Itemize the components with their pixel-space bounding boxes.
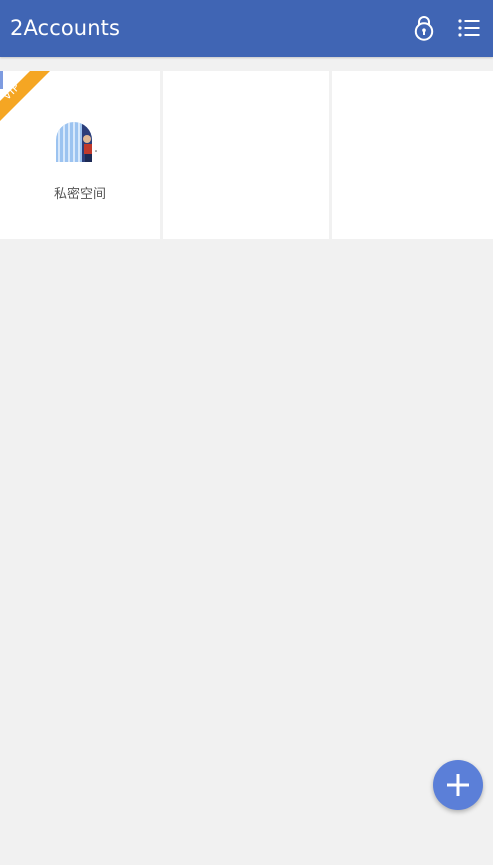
account-grid: VIP 私密空间 xyxy=(0,71,493,239)
app-bar: 2Accounts xyxy=(0,0,493,57)
avatar-icon xyxy=(56,122,97,162)
plus-icon xyxy=(447,774,469,796)
side-tab xyxy=(0,71,3,89)
lock-icon xyxy=(414,16,434,41)
account-card-empty[interactable] xyxy=(332,71,493,239)
account-label: 私密空间 xyxy=(53,187,106,202)
app-title: 2Accounts xyxy=(10,16,120,40)
add-account-button[interactable] xyxy=(433,760,483,810)
account-card-empty[interactable] xyxy=(163,71,329,239)
account-card-private-space[interactable]: VIP 私密空间 xyxy=(0,71,160,239)
menu-button[interactable] xyxy=(454,13,484,43)
lock-button[interactable] xyxy=(409,13,439,43)
list-menu-icon xyxy=(458,19,480,37)
